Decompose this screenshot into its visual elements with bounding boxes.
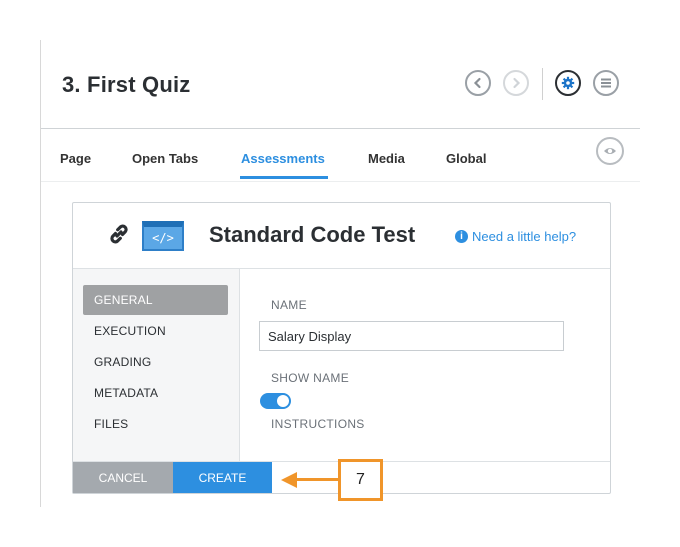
sidebar-item-metadata[interactable]: METADATA <box>94 386 158 400</box>
tab-open-tabs[interactable]: Open Tabs <box>132 151 198 166</box>
link-icon <box>107 222 131 252</box>
instructions-label: INSTRUCTIONS <box>271 417 365 431</box>
info-icon: i <box>455 230 468 243</box>
annotation-arrow-head <box>281 472 297 488</box>
menu-button[interactable] <box>593 70 619 96</box>
preview-button[interactable] <box>596 137 624 165</box>
left-divider <box>40 40 41 507</box>
chevron-left-icon <box>473 77 481 89</box>
tab-media[interactable]: Media <box>368 151 405 166</box>
create-button[interactable]: CREATE <box>173 462 272 493</box>
header-divider <box>41 128 640 129</box>
next-button[interactable] <box>503 70 529 96</box>
annotation-arrow-line <box>296 478 338 481</box>
eye-icon <box>604 148 616 154</box>
tab-page[interactable]: Page <box>60 151 91 166</box>
page-title: 3. First Quiz <box>62 72 191 97</box>
toggle-knob <box>277 395 289 407</box>
hamburger-menu-icon <box>601 78 611 88</box>
sidebar-item-files[interactable]: FILES <box>94 417 128 431</box>
active-tab-indicator <box>240 176 328 179</box>
code-icon-text: </> <box>152 231 174 245</box>
help-link[interactable]: i Need a little help? <box>455 229 576 244</box>
sidebar-item-general[interactable]: GENERAL <box>94 293 153 307</box>
name-input[interactable] <box>259 321 564 351</box>
code-window-icon: </> <box>142 221 184 251</box>
tab-assessments[interactable]: Assessments <box>241 151 325 166</box>
previous-button[interactable] <box>465 70 491 96</box>
assessment-type-title: Standard Code Test <box>209 222 416 247</box>
chevron-right-icon <box>513 77 521 89</box>
help-link-label: Need a little help? <box>472 229 577 244</box>
show-name-toggle[interactable] <box>260 393 291 409</box>
header-separator <box>542 68 543 100</box>
name-label: NAME <box>271 298 307 312</box>
sidebar-item-execution[interactable]: EXECUTION <box>94 324 166 338</box>
settings-button[interactable] <box>555 70 581 96</box>
annotation-callout: 7 <box>338 459 383 501</box>
callout-number: 7 <box>356 471 365 488</box>
gear-icon <box>561 76 575 90</box>
sidebar-item-grading[interactable]: GRADING <box>94 355 151 369</box>
cancel-button[interactable]: CANCEL <box>73 462 173 493</box>
tab-global[interactable]: Global <box>446 151 486 166</box>
tabs-divider <box>41 181 640 182</box>
show-name-label: SHOW NAME <box>271 371 350 385</box>
